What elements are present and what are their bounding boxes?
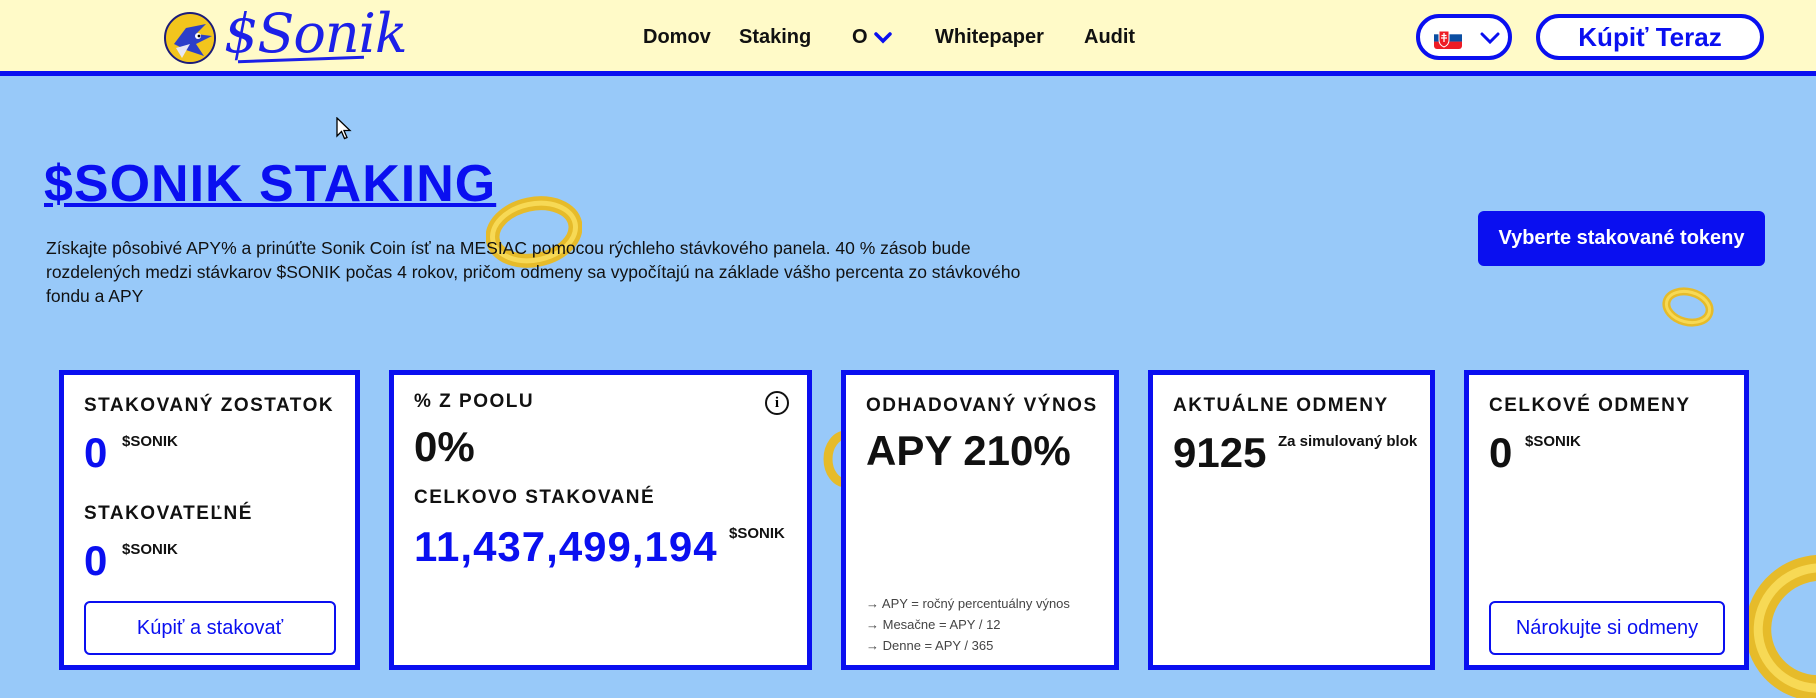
current-rewards-value: 9125 bbox=[1173, 429, 1267, 476]
total-rewards-unit: $SONIK bbox=[1525, 433, 1581, 450]
total-rewards-value: 0 bbox=[1489, 429, 1513, 476]
total-staked-value: 11,437,499,194 bbox=[414, 523, 718, 570]
staked-balance-card: STAKOVANÝ ZOSTATOK 0 $SONIK STAKOVATEĽNÉ… bbox=[59, 370, 360, 670]
gold-ring-icon bbox=[1745, 554, 1816, 698]
select-staked-tokens-button[interactable]: Vyberte stakované tokeny bbox=[1478, 211, 1765, 266]
stakeable-value: 0 bbox=[84, 537, 108, 584]
nav-whitepaper[interactable]: Whitepaper bbox=[935, 22, 1044, 52]
pool-share-value: 0% bbox=[414, 423, 475, 470]
nav-about[interactable]: O bbox=[852, 22, 892, 52]
current-rewards-label: AKTUÁLNE ODMENY bbox=[1173, 395, 1389, 416]
logo-wordmark[interactable]: $Sonik bbox=[224, 2, 408, 66]
chevron-down-icon bbox=[873, 31, 892, 44]
staked-balance-label: STAKOVANÝ ZOSTATOK bbox=[84, 395, 335, 416]
apy-value: APY 210% bbox=[866, 427, 1071, 474]
stakeable-unit: $SONIK bbox=[122, 541, 178, 558]
total-rewards-label: CELKOVÉ ODMENY bbox=[1489, 395, 1691, 416]
page-title: $SONIK STAKING bbox=[44, 155, 497, 213]
apy-note: → Denne = APY / 365 bbox=[866, 638, 994, 653]
site-header: $Sonik Domov Staking O Whitepaper Audit … bbox=[0, 0, 1816, 76]
sonik-logo-icon[interactable] bbox=[164, 12, 216, 64]
total-staked-label: CELKOVO STAKOVANÉ bbox=[414, 487, 656, 508]
stakeable-label: STAKOVATEĽNÉ bbox=[84, 503, 253, 524]
buy-now-button[interactable]: Kúpiť Teraz bbox=[1536, 14, 1764, 60]
total-staked-unit: $SONIK bbox=[729, 525, 785, 542]
apy-note: → APY = ročný percentuálny výnos bbox=[866, 596, 1070, 611]
nav-audit[interactable]: Audit bbox=[1084, 22, 1135, 52]
current-rewards-card: AKTUÁLNE ODMENY 9125 Za simulovaný blok bbox=[1148, 370, 1435, 670]
current-rewards-unit: Za simulovaný blok bbox=[1278, 433, 1418, 450]
staked-balance-unit: $SONIK bbox=[122, 433, 178, 450]
language-selector[interactable] bbox=[1416, 14, 1512, 60]
apy-note: → Mesačne = APY / 12 bbox=[866, 617, 1001, 632]
estimated-yield-card: ODHADOVANÝ VÝNOS APY 210% → APY = ročný … bbox=[841, 370, 1119, 670]
chevron-down-icon bbox=[1480, 32, 1500, 45]
hero-description: Získajte pôsobivé APY% a prinúťte Sonik … bbox=[46, 238, 1021, 306]
staked-balance-value: 0 bbox=[84, 429, 108, 476]
claim-rewards-button[interactable]: Nárokujte si odmeny bbox=[1489, 601, 1725, 655]
pool-share-label: % Z POOLU bbox=[414, 391, 535, 412]
info-icon[interactable]: i bbox=[765, 391, 789, 415]
slovakia-flag-icon bbox=[1434, 27, 1462, 49]
nav-about-label: O bbox=[852, 26, 868, 48]
apy-notes: → APY = ročný percentuálny výnos → Mesač… bbox=[866, 593, 1070, 656]
total-rewards-card: CELKOVÉ ODMENY 0 $SONIK Nárokujte si odm… bbox=[1464, 370, 1749, 670]
nav-staking[interactable]: Staking bbox=[739, 22, 811, 52]
pool-share-card: % Z POOLU i 0% CELKOVO STAKOVANÉ 11,437,… bbox=[389, 370, 812, 670]
nav-home[interactable]: Domov bbox=[643, 22, 711, 52]
buy-and-stake-button[interactable]: Kúpiť a stakovať bbox=[84, 601, 336, 655]
gold-ring-icon bbox=[1662, 287, 1714, 327]
estimated-yield-label: ODHADOVANÝ VÝNOS bbox=[866, 395, 1098, 416]
mouse-cursor-icon bbox=[336, 117, 352, 140]
